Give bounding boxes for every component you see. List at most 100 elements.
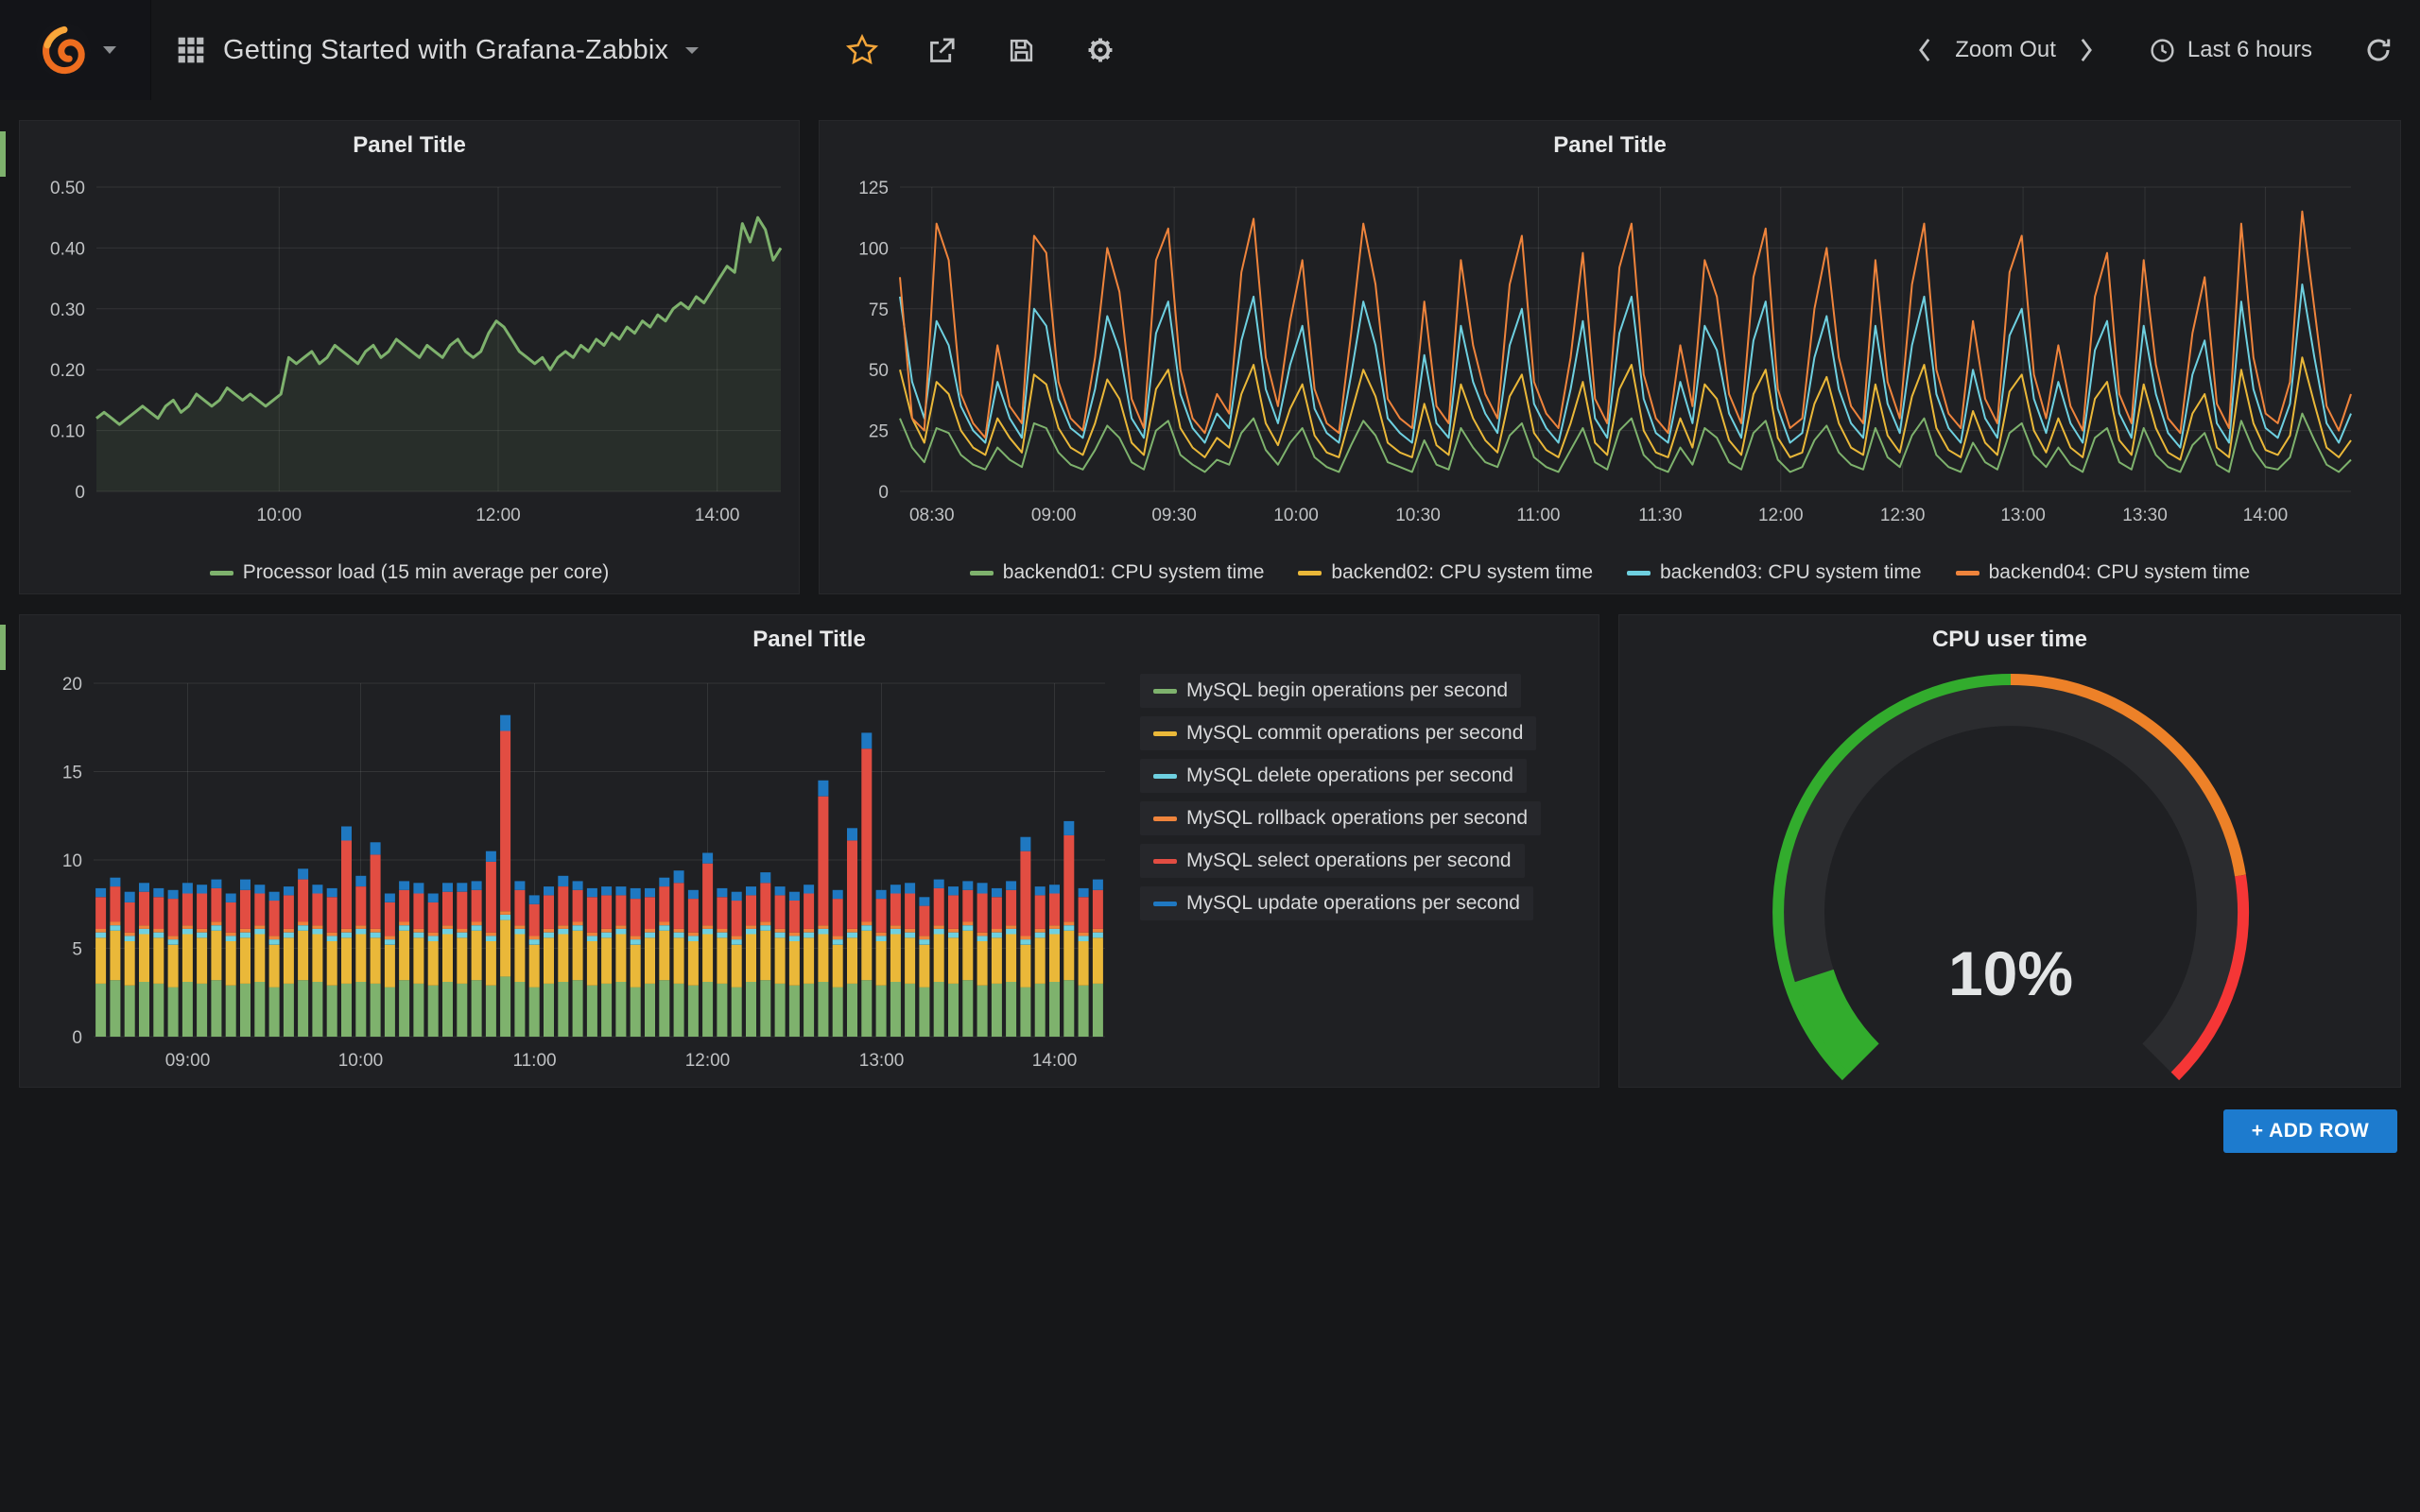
legend-label: MySQL delete operations per second [1186, 765, 1513, 787]
svg-text:14:00: 14:00 [1032, 1051, 1078, 1071]
legend-item[interactable]: Processor load (15 min average per core) [210, 561, 610, 584]
legend-label: backend01: CPU system time [1003, 561, 1265, 584]
legend-marker [1153, 816, 1177, 821]
svg-text:11:00: 11:00 [512, 1051, 556, 1071]
legend-marker [1153, 689, 1177, 694]
chevron-left-button[interactable] [1908, 33, 1942, 67]
legend-marker [1153, 774, 1177, 779]
legend-item[interactable]: MySQL begin operations per second [1140, 674, 1521, 708]
svg-text:09:00: 09:00 [1031, 506, 1077, 525]
add-row-button[interactable]: + ADD ROW [2223, 1109, 2397, 1153]
svg-text:11:00: 11:00 [1516, 506, 1560, 525]
legend-item[interactable]: MySQL rollback operations per second [1140, 801, 1541, 835]
svg-text:12:00: 12:00 [685, 1051, 731, 1071]
legend: Processor load (15 min average per core) [20, 561, 799, 584]
chevron-down-icon [685, 47, 699, 54]
svg-text:15: 15 [62, 764, 82, 783]
svg-text:75: 75 [869, 301, 889, 320]
panel-title[interactable]: Panel Title [20, 615, 1599, 664]
svg-text:10%: 10% [1948, 938, 2073, 1008]
svg-text:0.50: 0.50 [50, 179, 85, 198]
save-button[interactable] [1004, 33, 1038, 67]
cpu-system-time-chart[interactable]: 025507510012508:3009:0009:3010:0010:3011… [820, 170, 2402, 548]
processor-load-chart[interactable]: 00.100.200.300.400.5010:0012:0014:00 [20, 170, 801, 548]
legend-item[interactable]: backend03: CPU system time [1627, 561, 1922, 584]
legend-marker [210, 571, 233, 576]
svg-text:12:00: 12:00 [475, 506, 521, 525]
legend: MySQL begin operations per second MySQL c… [1140, 674, 1541, 920]
panel-processor-load: Panel Title 00.100.200.300.400.5010:0012… [19, 120, 800, 594]
svg-text:11:30: 11:30 [1638, 506, 1682, 525]
legend-marker [1153, 859, 1177, 864]
svg-text:14:00: 14:00 [695, 506, 740, 525]
chevron-right-button[interactable] [2069, 33, 2103, 67]
panel-title[interactable]: Panel Title [20, 121, 799, 170]
svg-text:20: 20 [62, 675, 82, 695]
svg-text:0: 0 [72, 1028, 82, 1048]
navbar: Getting Started with Grafana-Zabbix [0, 0, 2420, 100]
legend-label: backend03: CPU system time [1660, 561, 1922, 584]
time-range-label: Last 6 hours [2187, 37, 2312, 63]
row-toggle-strip[interactable] [0, 131, 6, 177]
panel-mysql-operations: Panel Title 0 5 10 15 20 09:00 10:00 11:00 12:00… [19, 614, 1599, 1088]
refresh-button[interactable] [2361, 33, 2395, 67]
svg-text:12:00: 12:00 [1758, 506, 1804, 525]
legend-marker [1298, 571, 1322, 576]
legend-item[interactable]: MySQL commit operations per second [1140, 716, 1536, 750]
time-controls: Zoom Out Last 6 hours [1908, 0, 2395, 100]
chevron-down-icon [103, 46, 116, 54]
dashboard-grid-icon [176, 35, 206, 65]
svg-text:13:00: 13:00 [859, 1051, 905, 1071]
legend-label: Processor load (15 min average per core) [243, 561, 610, 584]
legend-item[interactable]: MySQL update operations per second [1140, 886, 1533, 920]
legend-marker [1627, 571, 1651, 576]
svg-text:50: 50 [869, 361, 889, 381]
panel-cpu-system-time: Panel Title 025507510012508:3009:0009:30… [819, 120, 2401, 594]
clock-icon [2149, 37, 2176, 64]
svg-text:0: 0 [878, 483, 889, 503]
legend-label: MySQL rollback operations per second [1186, 807, 1528, 830]
row-toggle-strip[interactable] [0, 625, 6, 670]
time-range-picker[interactable]: Last 6 hours [2149, 37, 2312, 64]
svg-text:0.20: 0.20 [50, 361, 85, 381]
svg-text:09:00: 09:00 [165, 1051, 211, 1071]
grafana-logo-icon [35, 22, 92, 78]
svg-text:0.30: 0.30 [50, 301, 85, 320]
legend-marker [970, 571, 994, 576]
legend-marker [1956, 571, 1979, 576]
panel-title[interactable]: CPU user time [1619, 615, 2400, 664]
star-button[interactable] [845, 33, 879, 67]
dashboard-actions [845, 0, 1117, 100]
legend-label: MySQL select operations per second [1186, 850, 1512, 872]
legend-item[interactable]: MySQL delete operations per second [1140, 759, 1527, 793]
svg-text:10: 10 [62, 851, 82, 871]
svg-text:13:30: 13:30 [2122, 506, 2168, 525]
zoom-out-button[interactable]: Zoom Out [1955, 37, 2056, 63]
svg-text:5: 5 [72, 940, 82, 960]
legend: backend01: CPU system time backend02: CPU… [820, 561, 2400, 584]
legend-item[interactable]: backend01: CPU system time [970, 561, 1265, 584]
legend-item[interactable]: backend04: CPU system time [1956, 561, 2251, 584]
svg-text:13:00: 13:00 [2000, 506, 2046, 525]
svg-text:10:00: 10:00 [338, 1051, 384, 1071]
legend-marker [1153, 731, 1177, 736]
legend-item[interactable]: MySQL select operations per second [1140, 844, 1525, 878]
dashboard-title: Getting Started with Grafana-Zabbix [223, 35, 668, 66]
settings-gear-button[interactable] [1083, 33, 1117, 67]
svg-text:10:30: 10:30 [1395, 506, 1441, 525]
legend-item[interactable]: backend02: CPU system time [1298, 561, 1593, 584]
svg-text:10:00: 10:00 [1273, 506, 1319, 525]
svg-text:08:30: 08:30 [909, 506, 955, 525]
dashboard-title-dropdown[interactable]: Getting Started with Grafana-Zabbix [176, 0, 699, 100]
svg-text:12:30: 12:30 [1880, 506, 1926, 525]
grafana-logo-button[interactable] [0, 0, 151, 100]
legend-label: backend02: CPU system time [1331, 561, 1593, 584]
svg-text:0.40: 0.40 [50, 239, 85, 259]
share-button[interactable] [925, 33, 959, 67]
svg-text:09:30: 09:30 [1151, 506, 1197, 525]
svg-text:25: 25 [869, 422, 889, 442]
svg-text:10:00: 10:00 [257, 506, 302, 525]
panel-title[interactable]: Panel Title [820, 121, 2400, 170]
legend-label: MySQL begin operations per second [1186, 679, 1508, 702]
legend-label: MySQL update operations per second [1186, 892, 1520, 915]
